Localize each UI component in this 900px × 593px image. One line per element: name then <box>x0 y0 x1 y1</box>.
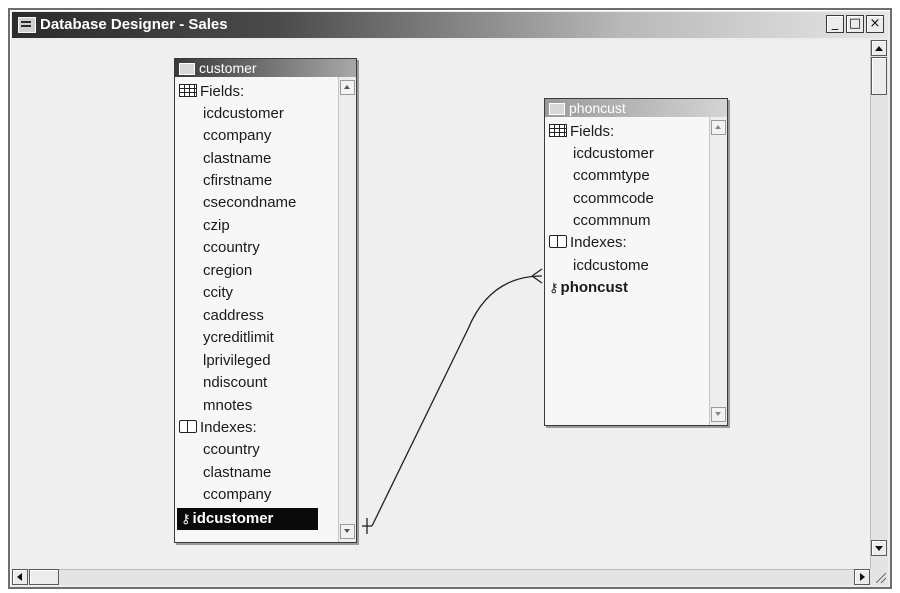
field-row[interactable]: ccommnum <box>573 210 651 232</box>
relation-many-marker-b <box>531 275 543 284</box>
close-button[interactable]: × <box>866 15 884 33</box>
database-designer-icon <box>18 17 36 33</box>
chevron-up-icon <box>875 46 883 51</box>
relation-path <box>371 275 543 527</box>
fields-section-header: Fields: <box>179 81 244 103</box>
scroll-down-button[interactable] <box>340 524 355 539</box>
field-row[interactable]: clastname <box>203 148 271 170</box>
designer-canvas[interactable]: customer Fields: icdcustomer ccompany cl… <box>12 40 870 573</box>
table-icon <box>179 63 195 75</box>
indexes-book-icon <box>179 420 197 433</box>
field-row[interactable]: caddress <box>203 305 264 327</box>
table-name: phoncust <box>569 100 626 116</box>
field-row[interactable]: mnotes <box>203 395 252 417</box>
index-row[interactable]: ccompany <box>203 484 271 506</box>
chevron-up-icon <box>344 85 350 89</box>
field-row[interactable]: cfirstname <box>203 170 272 192</box>
indexes-section-header: Indexes: <box>179 417 257 439</box>
field-row[interactable]: ccountry <box>203 237 260 259</box>
chevron-left-icon <box>17 573 22 581</box>
scroll-up-button[interactable] <box>871 40 887 56</box>
relationship-line[interactable] <box>12 40 870 573</box>
database-designer-window: Database Designer - Sales _ □ × customer… <box>8 8 892 589</box>
indexes-label: Indexes: <box>570 234 627 251</box>
table-scrollbar[interactable] <box>338 77 356 542</box>
table-icon <box>549 103 565 115</box>
field-row[interactable]: cregion <box>203 260 252 282</box>
indexes-label: Indexes: <box>200 419 257 436</box>
scroll-down-button[interactable] <box>711 407 726 422</box>
scroll-up-button[interactable] <box>711 120 726 135</box>
window-title: Database Designer - Sales <box>40 16 228 33</box>
table-title-bar[interactable]: phoncust <box>545 99 727 117</box>
field-row[interactable]: ccommcode <box>573 188 654 210</box>
field-row[interactable]: ycreditlimit <box>203 327 274 349</box>
table-title-bar[interactable]: customer <box>175 59 356 77</box>
field-row[interactable]: ccity <box>203 282 233 304</box>
scroll-right-button[interactable] <box>854 569 870 585</box>
field-row[interactable]: ccommtype <box>573 165 650 187</box>
fields-section-header: Fields: <box>549 121 614 143</box>
field-row[interactable]: lprivileged <box>203 350 271 372</box>
table-field-list: Fields: icdcustomer ccompany clastname c… <box>175 77 338 542</box>
key-icon: ⚷ <box>549 281 559 296</box>
field-row[interactable]: czip <box>203 215 230 237</box>
chevron-down-icon <box>715 412 721 416</box>
fields-label: Fields: <box>570 123 615 140</box>
chevron-up-icon <box>715 125 721 129</box>
horizontal-scrollbar[interactable] <box>12 569 870 585</box>
field-row[interactable]: icdcustomer <box>203 103 284 125</box>
horizontal-scroll-thumb[interactable] <box>29 569 59 585</box>
table-name: customer <box>199 60 257 76</box>
primary-key-row[interactable]: ⚷ phoncust <box>549 277 628 299</box>
fields-grid-icon <box>179 84 197 97</box>
primary-key-name: phoncust <box>560 279 629 296</box>
field-row[interactable]: icdcustomer <box>573 143 654 165</box>
index-row[interactable]: ccountry <box>203 439 260 461</box>
resize-grip-icon[interactable] <box>870 569 888 585</box>
title-bar[interactable]: Database Designer - Sales _ □ × <box>12 12 888 38</box>
primary-key-row[interactable]: ⚷ idcustomer <box>177 508 318 530</box>
scroll-down-button[interactable] <box>871 540 887 556</box>
field-row[interactable]: ccompany <box>203 125 271 147</box>
maximize-button[interactable]: □ <box>846 15 864 33</box>
indexes-book-icon <box>549 235 567 248</box>
scroll-up-button[interactable] <box>340 80 355 95</box>
fields-label: Fields: <box>200 83 245 100</box>
primary-key-name: idcustomer <box>192 510 274 527</box>
chevron-right-icon <box>860 573 865 581</box>
fields-grid-icon <box>549 124 567 137</box>
index-row[interactable]: icdcustome <box>573 255 649 277</box>
index-row[interactable]: clastname <box>203 462 271 484</box>
field-row[interactable]: ndiscount <box>203 372 267 394</box>
chevron-down-icon <box>344 529 350 533</box>
table-window-phoncust[interactable]: phoncust Fields: icdcustomer ccommtype c… <box>544 98 728 426</box>
window-controls: _ □ × <box>826 15 884 33</box>
key-icon: ⚷ <box>181 512 191 527</box>
minimize-button[interactable]: _ <box>826 15 844 33</box>
vertical-scroll-thumb[interactable] <box>871 57 887 95</box>
table-window-customer[interactable]: customer Fields: icdcustomer ccompany cl… <box>174 58 357 543</box>
indexes-section-header: Indexes: <box>549 232 627 254</box>
field-row[interactable]: csecondname <box>203 192 296 214</box>
relation-many-marker-a <box>531 268 543 277</box>
table-field-list: Fields: icdcustomer ccommtype ccommcode … <box>545 117 709 425</box>
chevron-down-icon <box>875 546 883 551</box>
table-scrollbar[interactable] <box>709 117 727 425</box>
vertical-scrollbar[interactable] <box>870 40 888 573</box>
scroll-left-button[interactable] <box>12 569 28 585</box>
